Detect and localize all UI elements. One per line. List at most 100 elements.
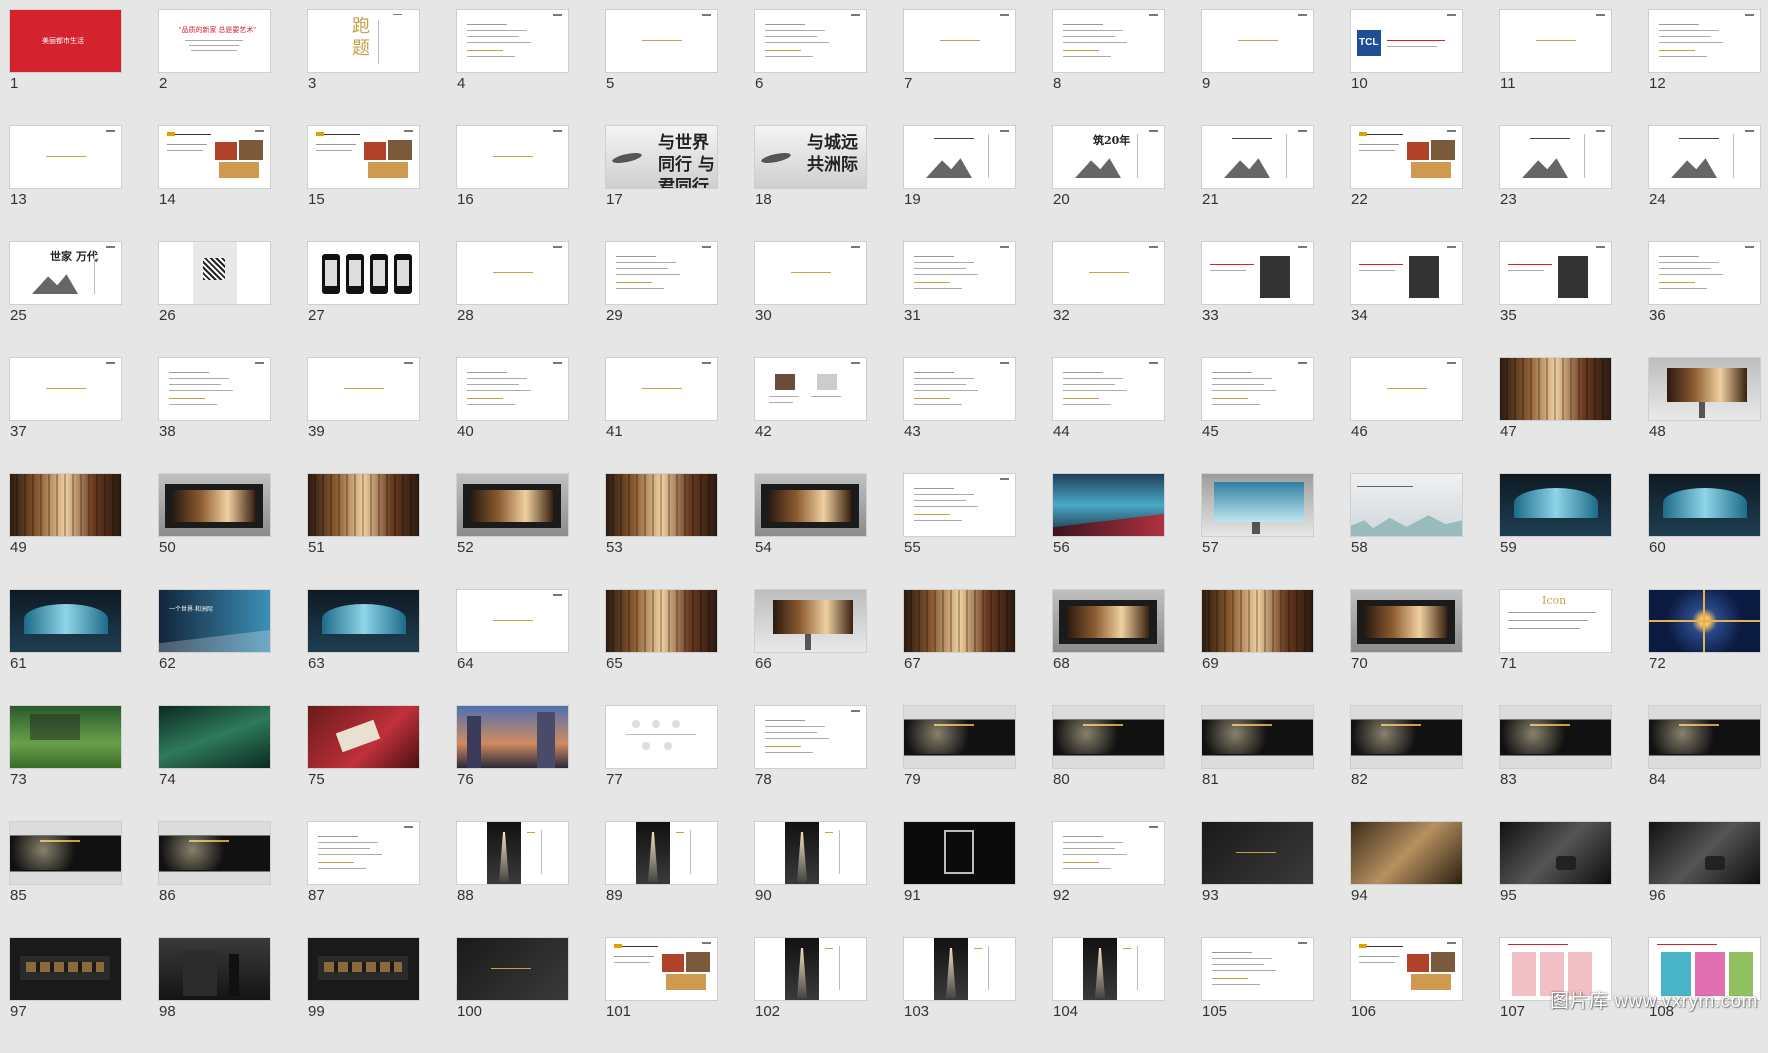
slide-thumbnail[interactable]: 19 xyxy=(903,125,1016,241)
slide-thumbnail[interactable]: 60 xyxy=(1648,473,1761,589)
slide-preview[interactable] xyxy=(1052,705,1165,769)
slide-thumbnail[interactable]: 29 xyxy=(605,241,718,357)
slide-thumbnail[interactable]: 28 xyxy=(456,241,569,357)
slide-thumbnail[interactable]: 85 xyxy=(9,821,122,937)
slide-preview[interactable] xyxy=(1052,9,1165,73)
slide-thumbnail[interactable]: 7 xyxy=(903,9,1016,125)
slide-preview[interactable] xyxy=(456,821,569,885)
slide-preview[interactable] xyxy=(9,473,122,537)
slide-thumbnail[interactable]: 61 xyxy=(9,589,122,705)
slide-thumbnail[interactable]: 37 xyxy=(9,357,122,473)
slide-preview[interactable] xyxy=(307,705,420,769)
slide-preview[interactable] xyxy=(1350,821,1463,885)
slide-thumbnail[interactable]: 8 xyxy=(1052,9,1165,125)
slide-preview[interactable] xyxy=(307,589,420,653)
slide-preview[interactable] xyxy=(605,705,718,769)
slide-preview[interactable] xyxy=(1648,589,1761,653)
slide-preview[interactable] xyxy=(9,357,122,421)
slide-preview[interactable] xyxy=(456,9,569,73)
slide-thumbnail[interactable]: 84 xyxy=(1648,705,1761,821)
slide-thumbnail[interactable]: 筑20年 20 xyxy=(1052,125,1165,241)
slide-preview[interactable] xyxy=(307,937,420,1001)
slide-thumbnail[interactable]: 21 xyxy=(1201,125,1314,241)
slide-thumbnail[interactable]: 44 xyxy=(1052,357,1165,473)
slide-preview[interactable] xyxy=(1052,357,1165,421)
slide-thumbnail[interactable]: 42 xyxy=(754,357,867,473)
slide-thumbnail[interactable]: 83 xyxy=(1499,705,1612,821)
slide-thumbnail[interactable]: 98 xyxy=(158,937,271,1053)
slide-thumbnail[interactable]: 41 xyxy=(605,357,718,473)
slide-thumbnail[interactable]: 90 xyxy=(754,821,867,937)
slide-preview[interactable] xyxy=(9,821,122,885)
slide-thumbnail[interactable]: 80 xyxy=(1052,705,1165,821)
slide-thumbnail[interactable]: Icon 71 xyxy=(1499,589,1612,705)
slide-thumbnail[interactable]: 50 xyxy=(158,473,271,589)
slide-thumbnail[interactable]: 68 xyxy=(1052,589,1165,705)
slide-preview[interactable] xyxy=(307,241,420,305)
slide-preview[interactable] xyxy=(1052,241,1165,305)
slide-preview[interactable] xyxy=(1201,937,1314,1001)
slide-thumbnail[interactable]: 33 xyxy=(1201,241,1314,357)
slide-thumbnail[interactable]: 47 xyxy=(1499,357,1612,473)
slide-thumbnail[interactable]: 91 xyxy=(903,821,1016,937)
slide-preview[interactable] xyxy=(456,241,569,305)
slide-thumbnail[interactable]: 34 xyxy=(1350,241,1463,357)
slide-preview[interactable] xyxy=(903,821,1016,885)
slide-preview[interactable] xyxy=(158,705,271,769)
slide-preview[interactable] xyxy=(158,937,271,1001)
slide-preview[interactable] xyxy=(754,821,867,885)
slide-thumbnail[interactable]: 13 xyxy=(9,125,122,241)
slide-preview[interactable] xyxy=(1350,125,1463,189)
slide-thumbnail[interactable]: 26 xyxy=(158,241,271,357)
slide-preview[interactable] xyxy=(754,241,867,305)
slide-preview[interactable] xyxy=(1350,589,1463,653)
slide-preview[interactable] xyxy=(1499,357,1612,421)
slide-preview[interactable]: 美丽都市生活 xyxy=(9,9,122,73)
slide-thumbnail[interactable]: 81 xyxy=(1201,705,1314,821)
slide-thumbnail[interactable]: 70 xyxy=(1350,589,1463,705)
slide-thumbnail[interactable]: 36 xyxy=(1648,241,1761,357)
slide-thumbnail[interactable]: 65 xyxy=(605,589,718,705)
slide-thumbnail[interactable]: 美丽都市生活 1 xyxy=(9,9,122,125)
slide-thumbnail[interactable]: 92 xyxy=(1052,821,1165,937)
slide-preview[interactable] xyxy=(1201,589,1314,653)
slide-thumbnail[interactable]: 35 xyxy=(1499,241,1612,357)
slide-preview[interactable] xyxy=(9,937,122,1001)
slide-preview[interactable] xyxy=(1648,821,1761,885)
slide-thumbnail[interactable]: 53 xyxy=(605,473,718,589)
slide-preview[interactable] xyxy=(158,357,271,421)
slide-thumbnail[interactable]: 43 xyxy=(903,357,1016,473)
slide-preview[interactable] xyxy=(1350,705,1463,769)
slide-thumbnail[interactable]: 与城远 共洲际 18 xyxy=(754,125,867,241)
slide-thumbnail[interactable]: 16 xyxy=(456,125,569,241)
slide-preview[interactable]: 与世界同行 与君同行 xyxy=(605,125,718,189)
slide-preview[interactable] xyxy=(456,357,569,421)
slide-preview[interactable] xyxy=(1052,821,1165,885)
slide-preview[interactable]: 世家 万代 xyxy=(9,241,122,305)
slide-thumbnail[interactable]: 86 xyxy=(158,821,271,937)
slide-thumbnail[interactable]: 12 xyxy=(1648,9,1761,125)
slide-thumbnail[interactable]: 87 xyxy=(307,821,420,937)
slide-preview[interactable] xyxy=(903,125,1016,189)
slide-thumbnail[interactable]: 38 xyxy=(158,357,271,473)
slide-thumbnail[interactable]: 96 xyxy=(1648,821,1761,937)
slide-thumbnail[interactable]: 51 xyxy=(307,473,420,589)
slide-thumbnail[interactable]: 31 xyxy=(903,241,1016,357)
slide-preview[interactable] xyxy=(1201,9,1314,73)
slide-thumbnail[interactable]: 74 xyxy=(158,705,271,821)
slide-thumbnail[interactable]: 57 xyxy=(1201,473,1314,589)
slide-preview[interactable] xyxy=(1201,241,1314,305)
slide-thumbnail[interactable]: 77 xyxy=(605,705,718,821)
slide-preview[interactable] xyxy=(456,589,569,653)
slide-thumbnail[interactable]: 105 xyxy=(1201,937,1314,1053)
slide-thumbnail[interactable]: 82 xyxy=(1350,705,1463,821)
slide-preview[interactable] xyxy=(1201,125,1314,189)
slide-thumbnail[interactable]: 101 xyxy=(605,937,718,1053)
slide-thumbnail[interactable]: 4 xyxy=(456,9,569,125)
slide-thumbnail[interactable]: 99 xyxy=(307,937,420,1053)
slide-preview[interactable] xyxy=(158,125,271,189)
slide-preview[interactable] xyxy=(1350,357,1463,421)
slide-preview[interactable] xyxy=(1201,705,1314,769)
slide-thumbnail[interactable]: 67 xyxy=(903,589,1016,705)
slide-preview[interactable] xyxy=(903,705,1016,769)
